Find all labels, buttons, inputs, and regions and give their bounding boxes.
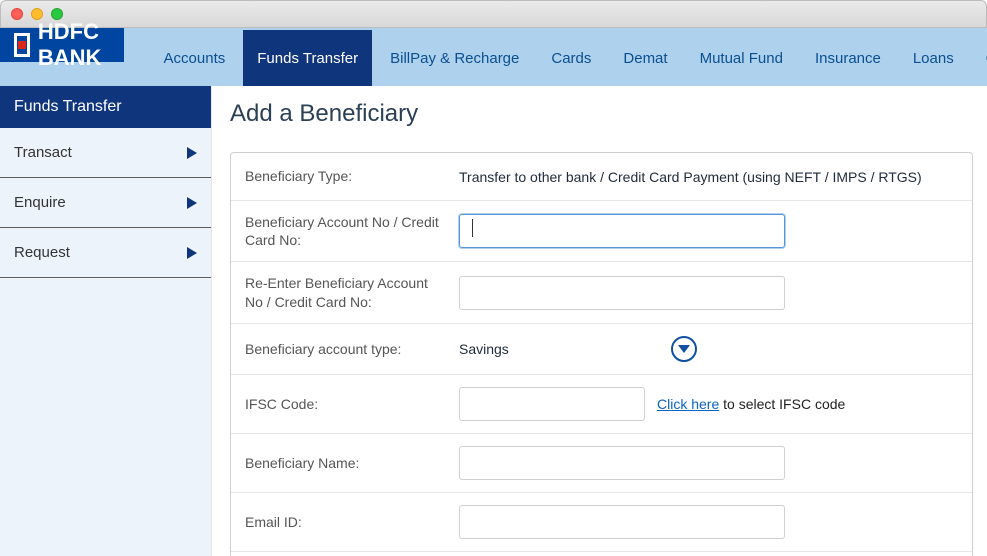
nav-funds-transfer[interactable]: Funds Transfer [243,30,372,86]
sidebar-item-label: Transact [14,144,72,161]
value-account-type: Savings [459,341,509,357]
row-beneficiary-type: Beneficiary Type: Transfer to other bank… [231,153,972,201]
nav-loans[interactable]: Loans [899,30,968,86]
ifsc-select-link[interactable]: Click here [657,396,719,412]
value-beneficiary-type: Transfer to other bank / Credit Card Pay… [459,169,922,185]
label-account-no: Beneficiary Account No / Credit Card No: [245,213,459,249]
sidebar-item-label: Request [14,244,70,261]
bank-logo-text: HDFC BANK [38,19,110,71]
sidebar-item-request[interactable]: Request [0,228,211,278]
beneficiary-form: Beneficiary Type: Transfer to other bank… [230,152,973,556]
chevron-right-icon [187,147,197,159]
beneficiary-name-input[interactable] [459,446,785,480]
chevron-down-icon [678,345,690,353]
row-reenter-account-no: Re-Enter Beneficiary Account No / Credit… [231,262,972,323]
sidebar-item-enquire[interactable]: Enquire [0,178,211,228]
label-beneficiary-type: Beneficiary Type: [245,167,459,185]
label-beneficiary-name: Beneficiary Name: [245,454,459,472]
nav-accounts[interactable]: Accounts [150,30,240,86]
account-type-dropdown[interactable] [671,336,697,362]
chevron-right-icon [187,197,197,209]
nav-billpay-recharge[interactable]: BillPay & Recharge [376,30,533,86]
sidebar-item-transact[interactable]: Transact [0,128,211,178]
main-layout: Funds Transfer Transact Enquire Request … [0,86,987,556]
bank-logo-icon [14,33,30,57]
ifsc-input[interactable] [459,387,645,421]
account-no-input[interactable] [459,214,785,248]
chevron-right-icon [187,247,197,259]
bank-logo: HDFC BANK [0,28,124,62]
label-email: Email ID: [245,513,459,531]
nav-demat[interactable]: Demat [609,30,681,86]
top-bar: HDFC BANK Accounts Funds Transfer BillPa… [0,28,987,86]
close-window-icon[interactable] [11,8,23,20]
sidebar: Funds Transfer Transact Enquire Request [0,86,212,556]
row-beneficiary-name: Beneficiary Name: [231,434,972,493]
window-chrome [0,0,987,28]
content-area: Add a Beneficiary Beneficiary Type: Tran… [212,86,987,556]
text-cursor-icon [472,219,473,237]
reenter-account-no-input[interactable] [459,276,785,310]
row-account-no: Beneficiary Account No / Credit Card No: [231,201,972,262]
sidebar-item-label: Enquire [14,194,66,211]
row-ifsc: IFSC Code: Click here to select IFSC cod… [231,375,972,434]
row-email: Email ID: [231,493,972,552]
ifsc-helper-text: to select IFSC code [719,396,845,412]
sidebar-title: Funds Transfer [0,86,211,128]
label-account-type: Beneficiary account type: [245,340,459,358]
nav-offers[interactable]: Offers [972,30,987,86]
form-buttons: Back Add [231,552,972,556]
label-ifsc: IFSC Code: [245,395,459,413]
email-input[interactable] [459,505,785,539]
label-reenter-account-no: Re-Enter Beneficiary Account No / Credit… [245,274,459,310]
page-title: Add a Beneficiary [230,100,973,128]
nav-insurance[interactable]: Insurance [801,30,895,86]
row-account-type: Beneficiary account type: Savings [231,324,972,375]
nav-cards[interactable]: Cards [537,30,605,86]
main-nav: Accounts Funds Transfer BillPay & Rechar… [124,28,987,86]
nav-mutual-fund[interactable]: Mutual Fund [686,30,797,86]
